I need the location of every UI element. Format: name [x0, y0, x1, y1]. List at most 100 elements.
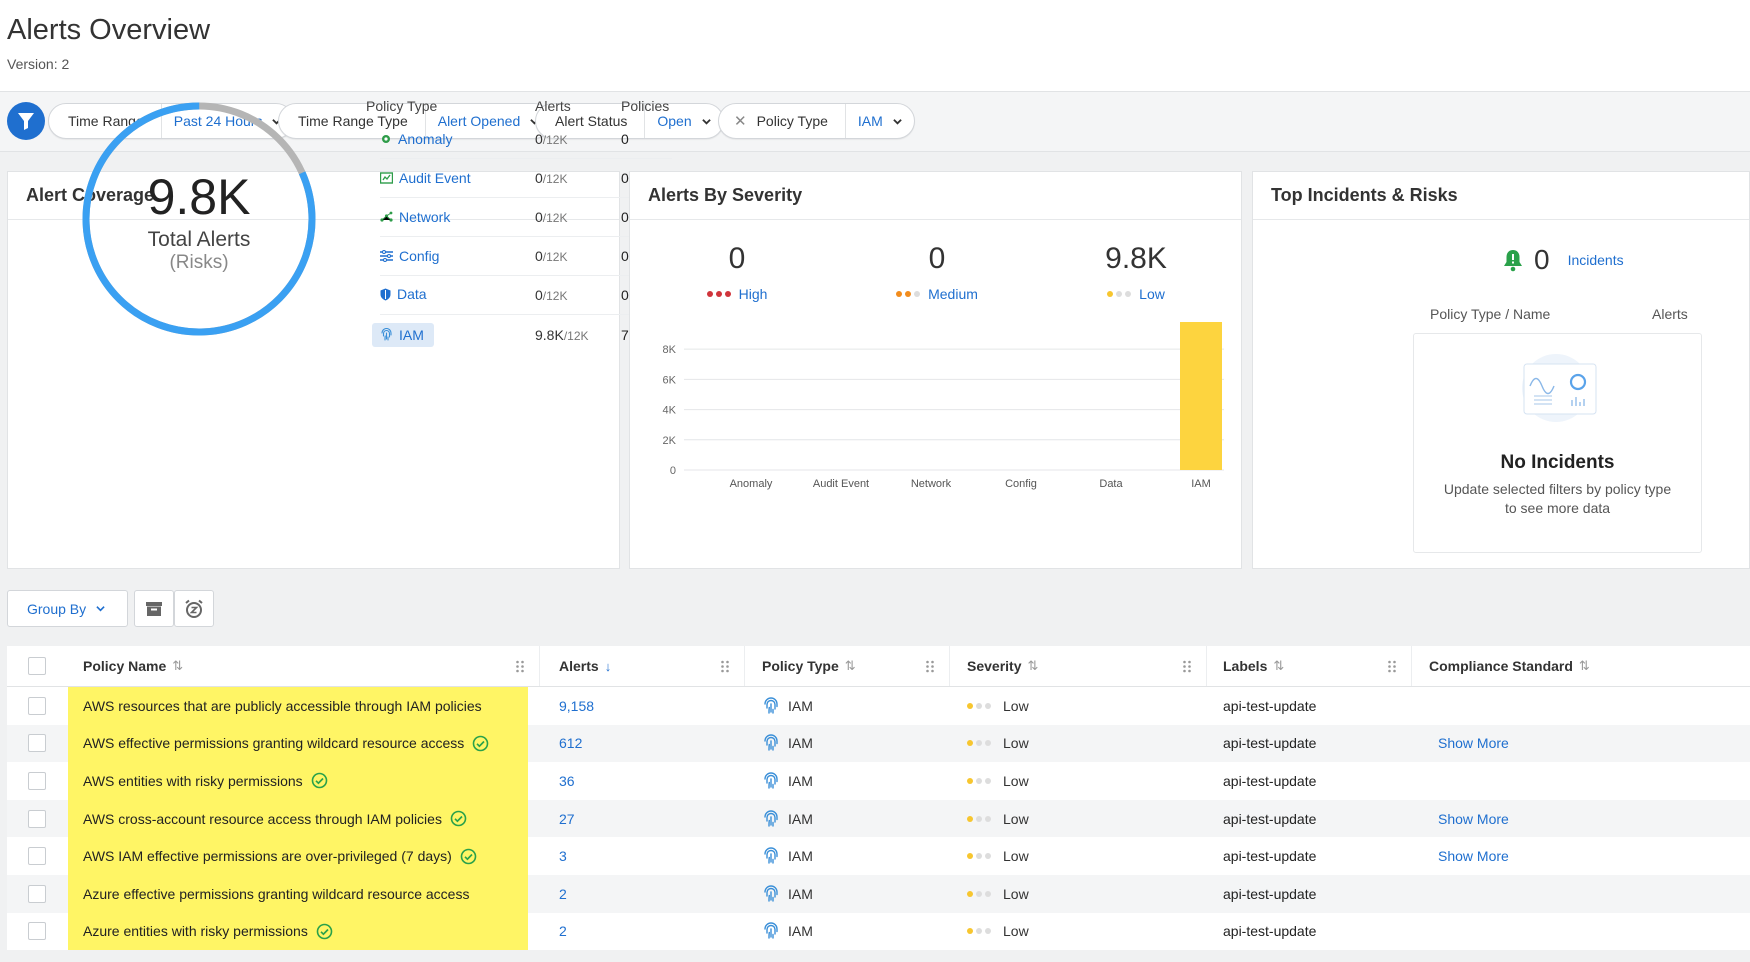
policy-type-link-config[interactable]: Config [380, 248, 439, 264]
table-row[interactable]: AWS IAM effective permissions are over-p… [7, 837, 1750, 875]
row-checkbox[interactable] [28, 847, 46, 866]
severity-high[interactable]: 0 High [657, 242, 817, 302]
drag-handle-icon[interactable] [1182, 660, 1192, 673]
col-compliance-standard[interactable]: Compliance Standard ⇅ [1412, 646, 1750, 686]
severity: Low [1003, 810, 1029, 827]
row-checkbox[interactable] [28, 734, 46, 753]
table-row[interactable]: Azure effective permissions granting wil… [7, 874, 1750, 913]
table-row[interactable]: AWS entities with risky permissions 36 IAM… [7, 762, 1750, 800]
col-labels[interactable]: Labels ⇅ [1207, 646, 1412, 686]
y-tick-label: 8K [663, 344, 677, 356]
alerts-count-link[interactable]: 612 [559, 735, 582, 751]
severity-count: 9.8K [1105, 242, 1167, 275]
drag-handle-icon[interactable] [1387, 660, 1397, 673]
row-checkbox[interactable] [28, 922, 46, 941]
header-label: Compliance Standard [1429, 658, 1573, 674]
table-row[interactable]: AWS resources that are publicly accessib… [7, 687, 1750, 725]
network-icon [380, 211, 393, 222]
table-row[interactable]: AWS effective permissions granting wildc… [7, 724, 1750, 763]
sort-icon[interactable]: ⇅ [845, 658, 856, 674]
table-row[interactable]: Azure entities with risky permissions 2 IA… [7, 912, 1750, 951]
table-row[interactable]: AWS cross-account resource access throug… [7, 799, 1750, 838]
severity: Low [1003, 848, 1029, 865]
policy-name[interactable]: Azure effective permissions granting wil… [83, 886, 469, 902]
policy-name[interactable]: AWS entities with risky permissions [83, 773, 303, 789]
col-policy-type[interactable]: Policy Type ⇅ [745, 646, 950, 686]
policy-name[interactable]: Azure entities with risky permissions [83, 923, 308, 939]
policy-type-row[interactable]: Anomaly 0/12K 0 [380, 120, 672, 159]
show-more-link[interactable]: Show More [1429, 735, 1509, 751]
alerts-count-link[interactable]: 9,158 [559, 698, 594, 714]
chevron-down-icon [893, 118, 902, 125]
bar-iam[interactable] [1180, 322, 1222, 470]
sort-icon[interactable]: ⇅ [172, 658, 183, 674]
alerts-count: 0 [535, 287, 543, 303]
policy-type-link-audit-event[interactable]: Audit Event [380, 170, 471, 186]
show-more-link[interactable]: Show More [1429, 811, 1509, 827]
snooze-button[interactable] [174, 590, 214, 627]
alerts-table-body: AWS resources that are publicly accessib… [7, 687, 1750, 951]
policy-type-name: Config [399, 247, 440, 264]
total-alerts-label: Total Alerts [147, 228, 251, 251]
sort-icon[interactable]: ⇅ [1579, 658, 1590, 674]
alerts-count-link[interactable]: 3 [559, 848, 567, 864]
sort-icon[interactable]: ⇅ [1273, 658, 1284, 674]
policy-type-link-iam[interactable]: IAM [372, 322, 434, 347]
sort-desc-icon[interactable]: ↓ [605, 659, 612, 674]
policy-name[interactable]: AWS IAM effective permissions are over-p… [83, 848, 452, 864]
version-label: Version: 2 [7, 56, 70, 72]
severity-low-dots-icon [1107, 291, 1132, 297]
severity-label: Medium [928, 286, 978, 302]
sort-icon[interactable]: ⇅ [1027, 658, 1038, 674]
drag-handle-icon[interactable] [720, 660, 730, 673]
alerts-count: 9.8K [535, 326, 564, 343]
show-more-link[interactable]: Show More [1429, 848, 1509, 864]
archive-button[interactable] [134, 590, 174, 627]
alerts-count-link[interactable]: 36 [559, 773, 575, 789]
group-by-dropdown[interactable]: Group By [7, 590, 128, 627]
row-checkbox[interactable] [28, 696, 46, 715]
policy-type: IAM [788, 810, 813, 827]
alerts-count-link[interactable]: 2 [559, 886, 567, 902]
alerts-total: /12K [542, 289, 568, 303]
fingerprint-icon [764, 772, 778, 789]
policy-type-link-network[interactable]: Network [380, 209, 450, 225]
severity-low-dots-icon [967, 777, 991, 784]
select-all-checkbox[interactable] [28, 657, 46, 675]
policy-type: IAM [788, 735, 813, 752]
fingerprint-icon [764, 809, 778, 827]
policy-name[interactable]: AWS resources that are publicly accessib… [83, 698, 482, 714]
fingerprint-icon [764, 734, 778, 752]
col-severity[interactable]: Severity ⇅ [950, 646, 1207, 686]
y-tick-label: 2K [663, 435, 677, 447]
policy-type-name: IAM [399, 326, 424, 343]
policy-type-link-data[interactable]: Data [380, 286, 427, 302]
policy-type-link-anomaly[interactable]: Anomaly [380, 131, 452, 147]
severity-low[interactable]: 9.8K Low [1056, 242, 1216, 302]
incidents-count: 0 [1534, 244, 1550, 275]
row-checkbox[interactable] [28, 884, 46, 903]
remove-filter-icon[interactable]: ✕ [734, 112, 747, 130]
alerts-count-link[interactable]: 2 [559, 923, 567, 939]
filter-policy-type[interactable]: ✕ Policy Type IAM [718, 103, 915, 139]
check-circle-icon [472, 735, 489, 752]
severity-medium[interactable]: 0 Medium [857, 242, 1017, 302]
policy-name[interactable]: AWS cross-account resource access throug… [83, 811, 442, 827]
filter-toggle-button[interactable] [7, 102, 45, 140]
row-checkbox[interactable] [28, 771, 46, 790]
alerts-count: 0 [535, 131, 543, 147]
col-alerts[interactable]: Alerts ↓ [540, 646, 745, 686]
drag-handle-icon[interactable] [925, 660, 935, 673]
col-alerts: Alerts [1652, 306, 1688, 322]
check-circle-icon [460, 848, 477, 864]
row-checkbox[interactable] [28, 809, 46, 828]
alerts-count-link[interactable]: 27 [559, 811, 575, 827]
policy-name[interactable]: AWS effective permissions granting wildc… [83, 735, 464, 751]
labels: api-test-update [1223, 697, 1317, 714]
incidents-link[interactable]: Incidents [1568, 252, 1624, 268]
filter-label: Policy Type [756, 113, 828, 129]
drag-handle-icon[interactable] [515, 660, 525, 673]
col-policy-name[interactable]: Policy Name ⇅ [67, 646, 540, 686]
archive-icon [146, 601, 162, 616]
alerts-total: /12K [542, 133, 568, 147]
